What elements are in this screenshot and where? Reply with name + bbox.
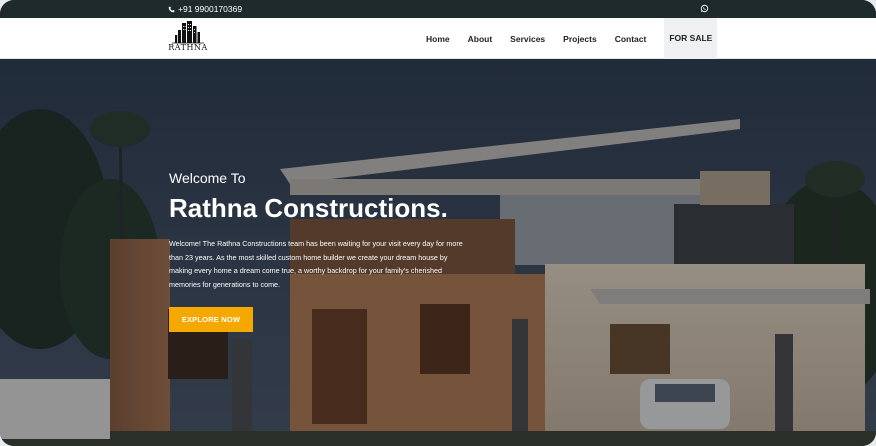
phone-link[interactable]: +91 9900170369: [168, 4, 242, 14]
top-bar: +91 9900170369: [0, 0, 876, 18]
hero-welcome-text: Welcome To: [169, 170, 246, 186]
hero-section: Welcome To Rathna Constructions. Welcome…: [0, 59, 876, 446]
hero-title: Rathna Constructions.: [169, 193, 448, 223]
nav-contact[interactable]: Contact: [615, 34, 647, 44]
phone-number: +91 9900170369: [178, 4, 243, 14]
phone-icon: [168, 6, 175, 12]
hero-description: Welcome! The Rathna Constructions team h…: [169, 239, 463, 289]
nav-services[interactable]: Services: [510, 34, 545, 44]
nav-about[interactable]: About: [468, 34, 493, 44]
whatsapp-icon[interactable]: [700, 4, 709, 13]
main-navbar: RATHNA Home About Services Projects Cont…: [0, 18, 876, 59]
nav-menu: Home About Services Projects Contact FOR…: [426, 18, 718, 59]
nav-for-sale[interactable]: FOR SALE: [664, 18, 718, 59]
browser-viewport: +91 9900170369 RATHNA Home About Service…: [0, 0, 876, 446]
explore-now-button[interactable]: EXPLORE NOW: [169, 307, 253, 332]
nav-projects[interactable]: Projects: [563, 34, 597, 44]
logo-text: RATHNA: [168, 43, 208, 52]
nav-home[interactable]: Home: [426, 34, 450, 44]
